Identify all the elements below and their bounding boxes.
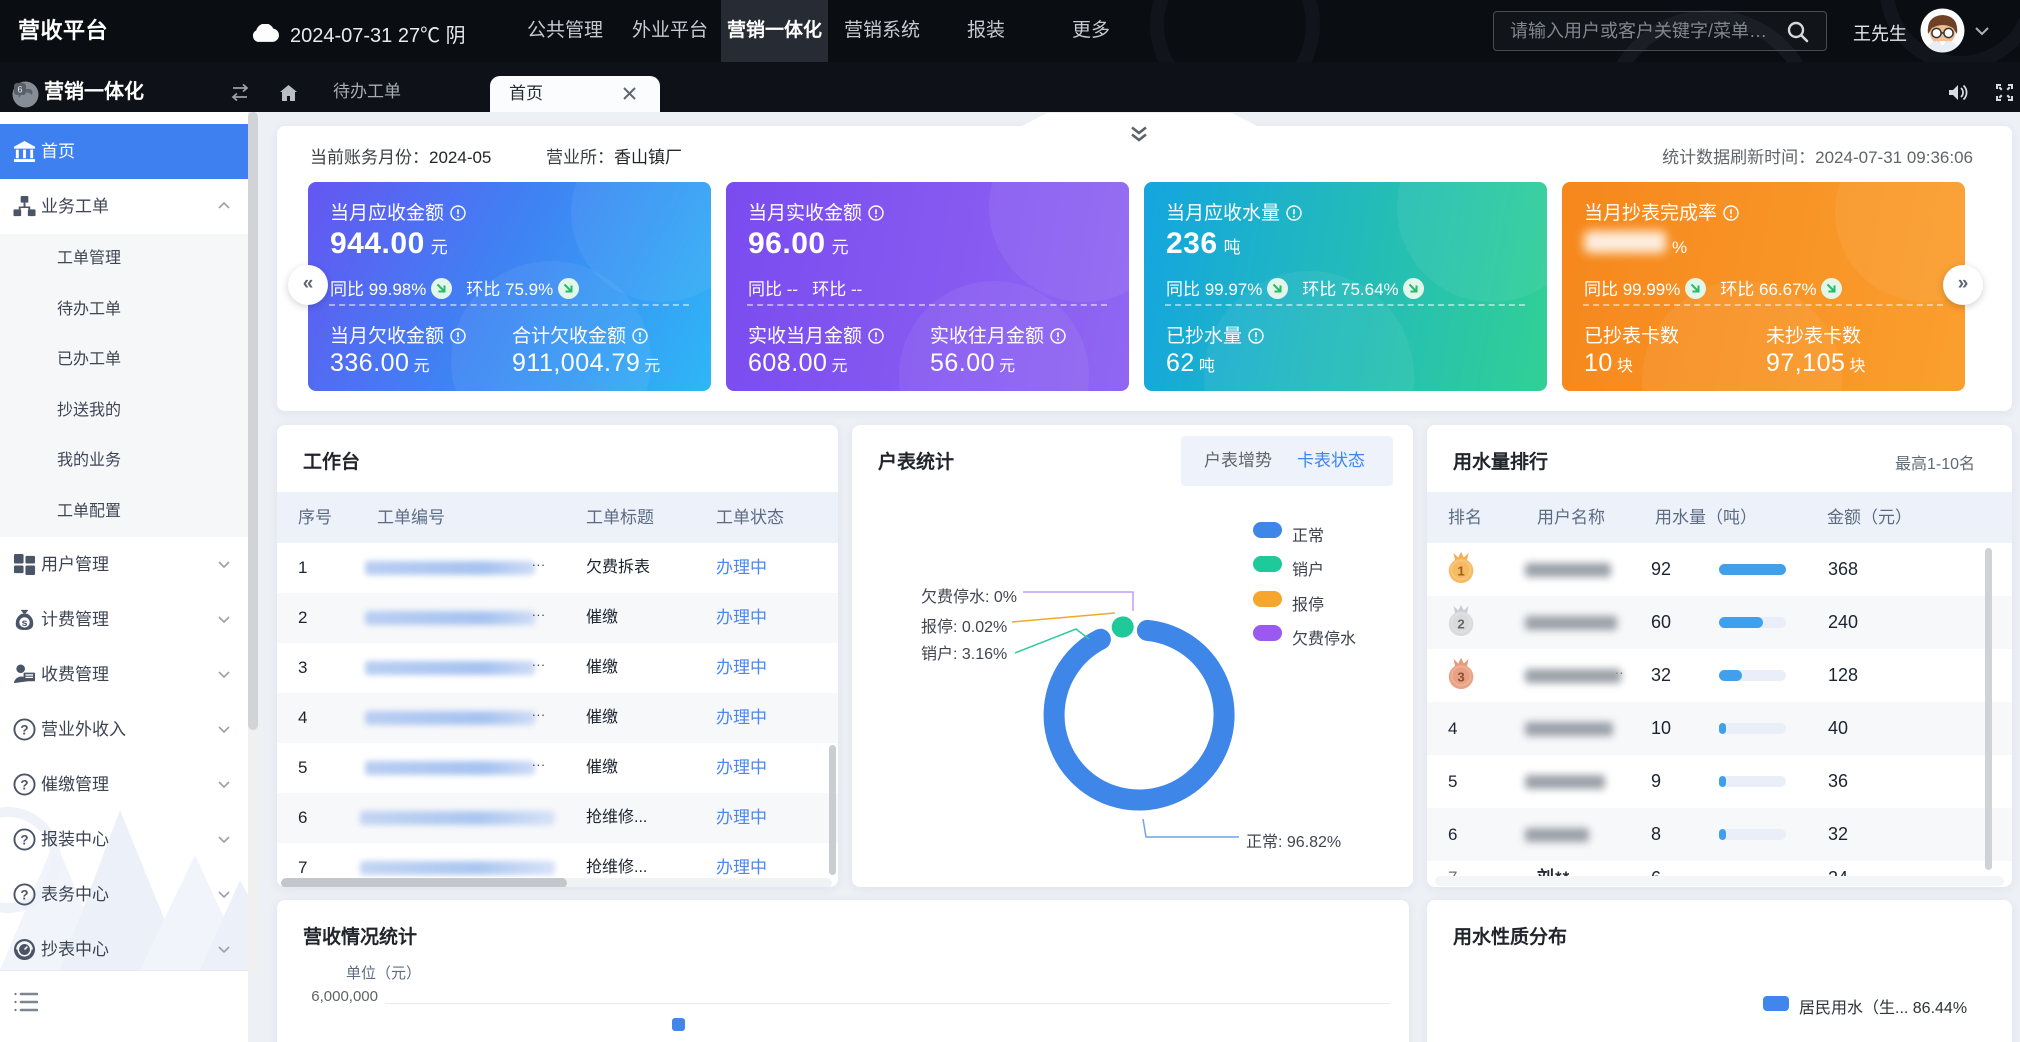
svg-text:?: ? bbox=[20, 832, 28, 847]
svg-text:3: 3 bbox=[1457, 670, 1464, 685]
svg-text:1: 1 bbox=[1457, 564, 1464, 579]
svg-text:?: ? bbox=[20, 722, 28, 737]
svg-text:?: ? bbox=[20, 887, 28, 902]
svg-text:?: ? bbox=[20, 777, 28, 792]
svg-text:6: 6 bbox=[17, 85, 22, 95]
svg-text:2: 2 bbox=[1457, 617, 1464, 632]
svg-text:s: s bbox=[22, 617, 28, 629]
